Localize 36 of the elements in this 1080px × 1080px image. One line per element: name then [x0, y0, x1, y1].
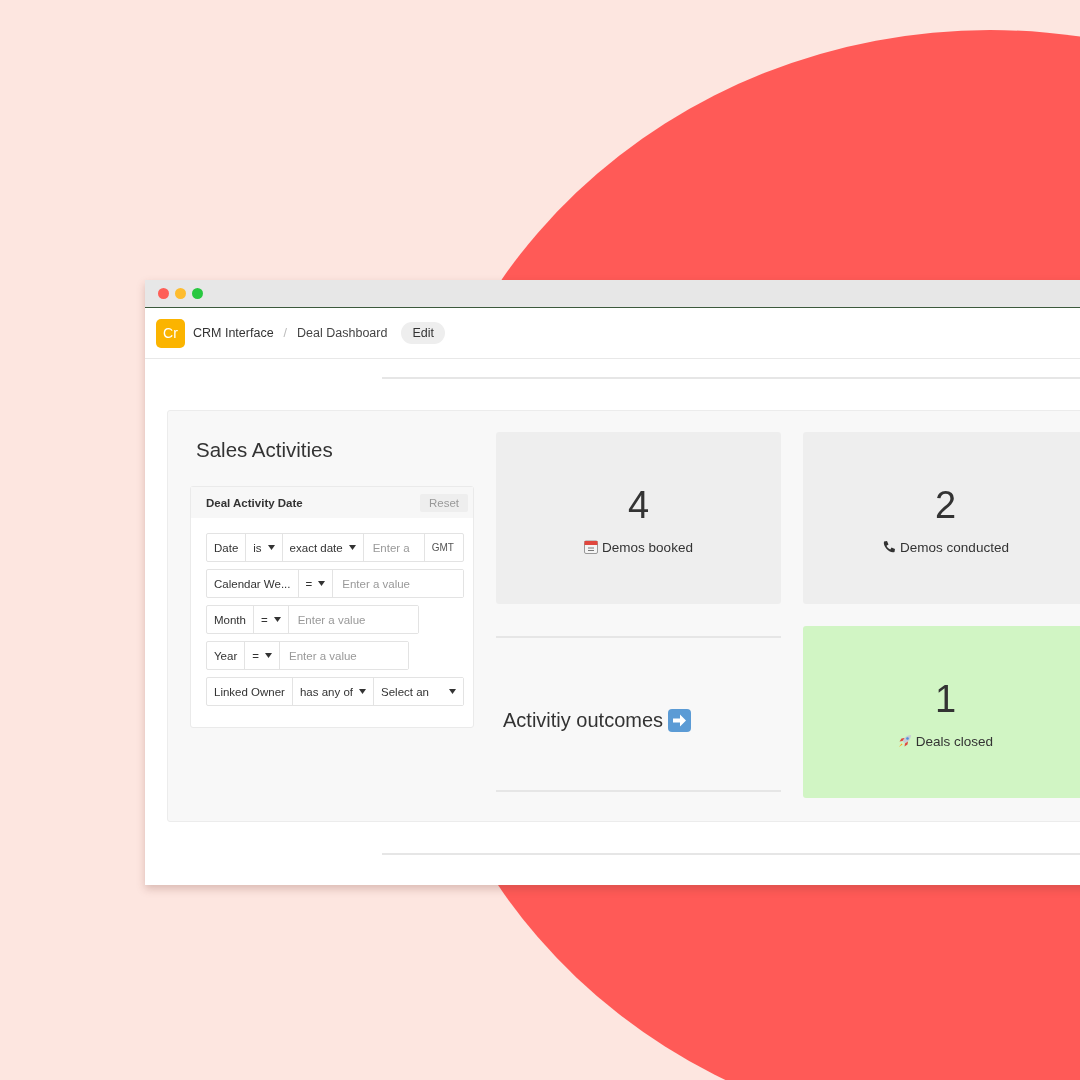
caret-icon: [318, 581, 326, 586]
filter-title: Deal Activity Date: [206, 496, 303, 509]
stat-label: Deals closed: [915, 733, 994, 749]
breadcrumb-separator: /: [283, 326, 288, 340]
caret-icon: [348, 545, 356, 550]
calendar-icon: [584, 540, 599, 554]
stat-label: Demos conducted: [900, 539, 1009, 555]
page-title: Deal Dashboard: [297, 326, 388, 340]
filter-condition[interactable]: Year = Enter a value: [206, 641, 409, 670]
caret-icon: [267, 545, 275, 550]
caret-icon: [359, 689, 367, 694]
stat-value: 4: [627, 485, 650, 524]
caret-icon: [273, 617, 281, 622]
stat-label: Demos booked: [602, 539, 693, 555]
section-title: Sales Activities: [196, 438, 334, 463]
outcomes-title: Activitiy outcomes: [503, 708, 664, 732]
filter-condition[interactable]: Month = Enter a value: [206, 605, 419, 634]
filter-condition[interactable]: Date is exact date Enter a GMT: [206, 533, 464, 562]
filter-field-label: Month: [207, 606, 254, 633]
timezone-label: GMT: [430, 541, 455, 555]
phone-icon: [882, 540, 897, 554]
window-control[interactable]: [158, 288, 169, 299]
filter-condition[interactable]: Calendar We... = Enter a value: [206, 569, 464, 598]
edit-button[interactable]: Edit: [401, 322, 445, 344]
app-name[interactable]: CRM Interface: [193, 326, 274, 340]
window-control[interactable]: [192, 288, 203, 299]
stat-value: 1: [934, 679, 957, 718]
window-control[interactable]: [175, 288, 186, 299]
filter-field-label: Calendar We...: [207, 570, 299, 597]
caret-icon: [449, 689, 456, 694]
filter-field-label: Linked Owner: [207, 678, 293, 705]
caret-icon: [264, 653, 272, 658]
stat-value: 2: [934, 485, 957, 524]
filter-condition[interactable]: Linked Owner has any of Select an: [206, 677, 464, 706]
app-logo: Cr: [156, 318, 185, 348]
rocket-icon: [897, 734, 912, 748]
